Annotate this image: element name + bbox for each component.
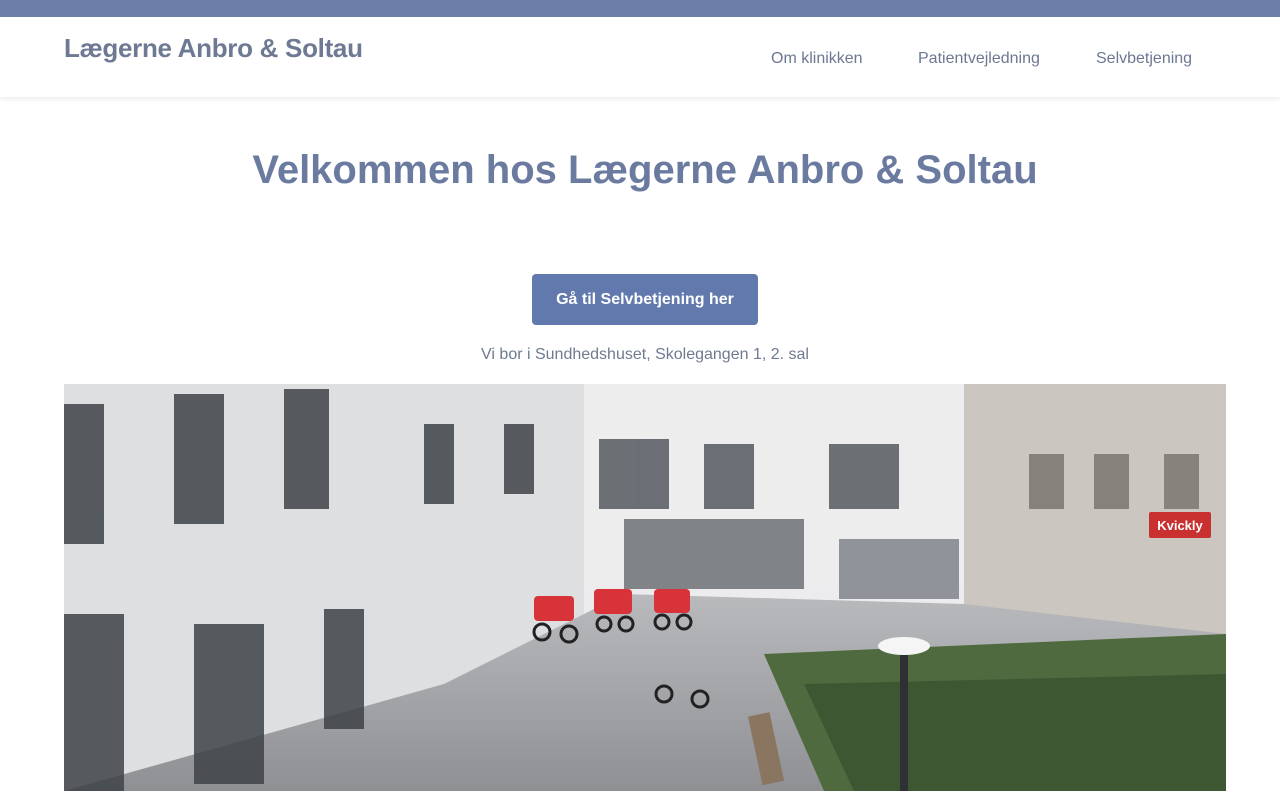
page-title: Velkommen hos Lægerne Anbro & Soltau bbox=[252, 148, 1038, 192]
address-text: Vi bor i Sundhedshuset, Skolegangen 1, 2… bbox=[481, 346, 809, 363]
building-photo: Kvickly bbox=[64, 384, 1226, 791]
nav-item-patientvejledning[interactable]: Patientvejledning bbox=[918, 50, 1040, 68]
nav-item-om-klinikken[interactable]: Om klinikken bbox=[771, 50, 863, 68]
selfservice-button[interactable]: Gå til Selvbetjening her bbox=[532, 274, 758, 325]
main-nav: Om klinikken Patientvejledning Selvbetje… bbox=[0, 50, 1280, 70]
top-accent-bar bbox=[0, 0, 1280, 17]
nav-item-selvbetjening[interactable]: Selvbetjening bbox=[1096, 50, 1192, 68]
site-header: Lægerne Anbro & Soltau Om klinikken Pati… bbox=[0, 17, 1280, 98]
store-sign: Kvickly bbox=[1157, 518, 1203, 533]
